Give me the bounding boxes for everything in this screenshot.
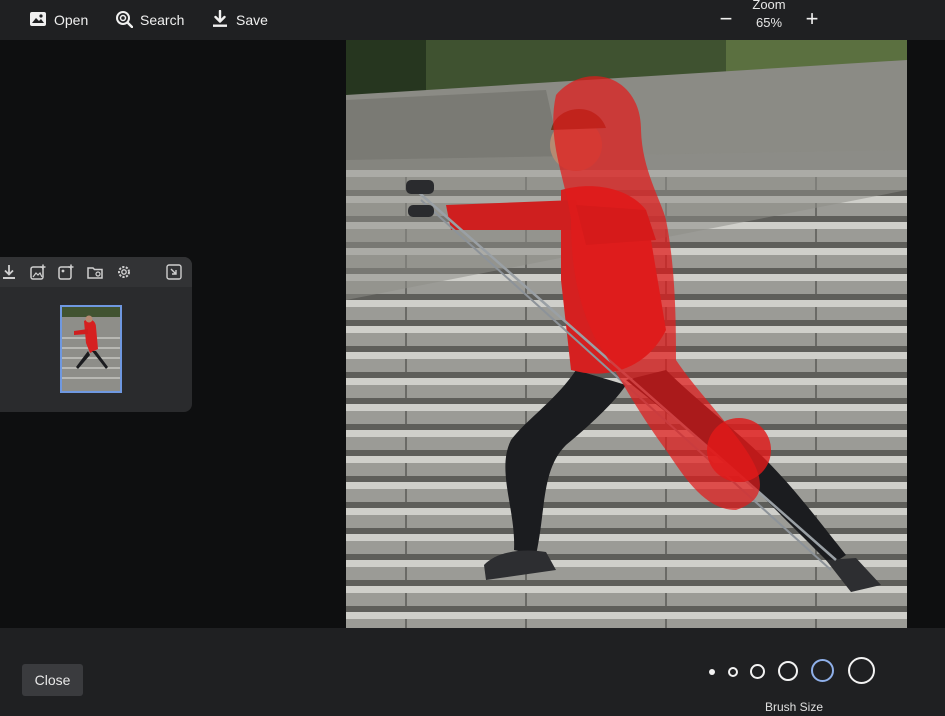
brush-size-4[interactable]	[778, 661, 798, 681]
editing-canvas[interactable]	[346, 40, 907, 628]
folder-icon[interactable]	[86, 263, 104, 281]
search-label: Search	[140, 12, 185, 28]
thumbnail-toolbar	[0, 257, 192, 287]
save-button[interactable]: Save	[211, 0, 268, 40]
download-icon[interactable]	[0, 263, 18, 281]
brush-size-2[interactable]	[728, 667, 738, 677]
zoom-readout: Zoom 65%	[746, 0, 792, 40]
zoom-in-button[interactable]: +	[799, 6, 825, 32]
thumbnail-panel	[0, 257, 192, 412]
thumbnail-image[interactable]	[60, 305, 122, 393]
add-image-icon[interactable]	[29, 263, 47, 281]
search-icon	[115, 10, 134, 31]
minimize-icon[interactable]	[165, 263, 183, 281]
brush-size-label: Brush Size	[764, 700, 824, 714]
thumbnail-photo	[62, 307, 120, 391]
close-button[interactable]: Close	[22, 664, 83, 696]
open-label: Open	[54, 12, 89, 28]
zoom-out-button[interactable]: −	[713, 6, 739, 32]
add-image-alt-icon[interactable]	[57, 263, 75, 281]
brush-size-6[interactable]	[848, 657, 875, 684]
photo-stairs-athlete	[346, 40, 907, 628]
top-toolbar: Open Search Save − Zoom 65% +	[0, 0, 945, 40]
zoom-label: Zoom	[752, 0, 786, 12]
save-label: Save	[236, 12, 268, 28]
brush-size-5[interactable]	[811, 659, 834, 682]
zoom-value: 65%	[755, 15, 783, 30]
open-button[interactable]: Open	[29, 0, 88, 40]
download-icon	[211, 9, 229, 31]
search-button[interactable]: Search	[115, 0, 184, 40]
gear-icon[interactable]	[115, 263, 133, 281]
brush-size-1[interactable]	[709, 669, 715, 675]
brush-size-3[interactable]	[750, 664, 765, 679]
image-icon	[29, 10, 47, 31]
bottom-bar: Close Brush Size	[0, 628, 945, 716]
